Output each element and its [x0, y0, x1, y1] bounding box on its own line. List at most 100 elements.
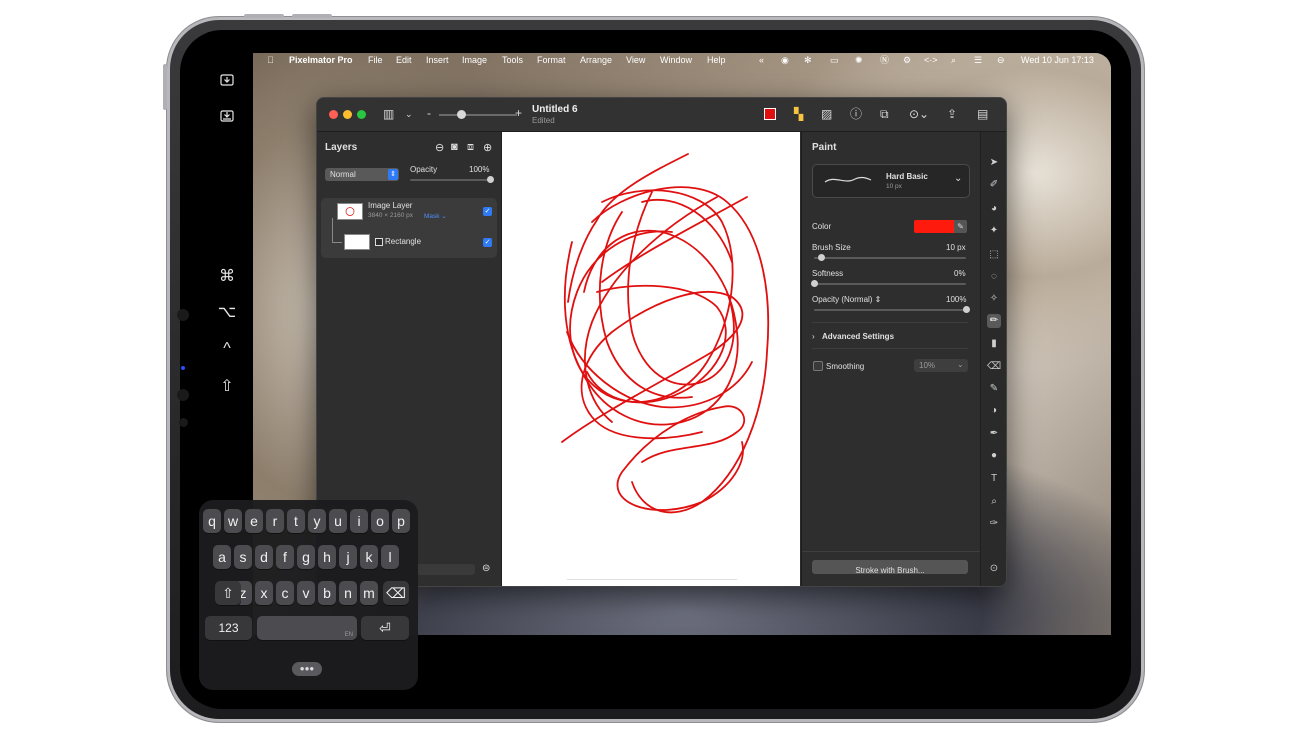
key-s[interactable]: s	[234, 545, 252, 569]
menu-tools[interactable]: Tools	[502, 54, 523, 66]
close-button[interactable]	[329, 110, 338, 119]
advanced-settings-toggle[interactable]: Advanced Settings	[822, 332, 894, 341]
delete-key[interactable]: ⌫	[383, 581, 409, 605]
key-q[interactable]: q	[203, 509, 221, 533]
zoom-slider-knob[interactable]	[457, 110, 466, 119]
key-u[interactable]: u	[329, 509, 347, 533]
display-icon[interactable]: ▭	[830, 54, 839, 66]
smoothing-checkbox[interactable]	[813, 361, 823, 371]
brush-size-slider[interactable]	[814, 257, 966, 259]
key-v[interactable]: v	[297, 581, 315, 605]
key-r[interactable]: r	[266, 509, 284, 533]
marquee-icon[interactable]: ⬚	[987, 248, 1001, 262]
stroke-with-brush-button[interactable]: Stroke with Brush...	[812, 560, 968, 575]
key-h[interactable]: h	[318, 545, 336, 569]
blend-mode-select[interactable]: Normal ⇕	[325, 168, 399, 181]
adjust-icon[interactable]: ▨	[821, 107, 832, 121]
keyboard-handle[interactable]: ●●●	[292, 662, 322, 676]
app-menu[interactable]: Pixelmator Pro	[289, 54, 353, 66]
style-icon[interactable]: ✐	[987, 178, 1001, 192]
color-adjust-icon[interactable]: ◕	[987, 202, 1001, 216]
collapse-icon[interactable]: «	[759, 54, 764, 66]
shift-key[interactable]: ⇧	[215, 581, 241, 605]
creative-cloud-icon[interactable]: ◉	[781, 54, 789, 66]
menu-file[interactable]: File	[368, 54, 383, 66]
key-t[interactable]: t	[287, 509, 305, 533]
shape-circle-icon[interactable]: ●	[987, 449, 1001, 463]
clock[interactable]: Wed 10 Jun 17:13	[1021, 54, 1094, 66]
paint-opacity-label[interactable]: Opacity (Normal) ⇕	[812, 295, 881, 304]
layer-visibility-checkbox[interactable]: ✓	[483, 207, 492, 216]
key-e[interactable]: e	[245, 509, 263, 533]
brush-picker[interactable]: Hard Basic 10 px ⌄	[812, 164, 970, 198]
key-p[interactable]: p	[392, 509, 410, 533]
return-key[interactable]: ⏎	[361, 616, 409, 640]
layer-row[interactable]: Rectangle ✓	[321, 228, 497, 256]
arrange-icon[interactable]: ⧉	[880, 107, 889, 121]
eyedropper-icon[interactable]: ✑	[987, 517, 1001, 531]
numbers-key[interactable]: 123	[205, 616, 252, 640]
shift-key-icon[interactable]: ⇧	[214, 377, 240, 397]
presets-icon[interactable]: ▚	[794, 107, 803, 121]
key-w[interactable]: w	[224, 509, 242, 533]
apple-icon[interactable]: 	[267, 54, 274, 66]
color-well[interactable]	[914, 220, 954, 233]
canvas-scrollbar[interactable]	[567, 579, 737, 586]
key-c[interactable]: c	[276, 581, 294, 605]
filter-icon[interactable]: ⊜	[482, 563, 490, 574]
key-i[interactable]: i	[350, 509, 368, 533]
space-key[interactable]: EN	[257, 616, 357, 640]
menu-format[interactable]: Format	[537, 54, 566, 66]
canvas[interactable]	[502, 132, 800, 586]
eyedropper-icon[interactable]: ✎	[954, 220, 967, 233]
inspector-toggle-icon[interactable]: ▤	[977, 107, 988, 121]
layer-visibility-checkbox[interactable]: ✓	[483, 238, 492, 247]
pen-icon[interactable]: ✒	[987, 427, 1001, 441]
chevron-down-icon[interactable]: ⌄	[405, 107, 413, 121]
group-icon[interactable]: ◙	[451, 141, 458, 153]
control-key-icon[interactable]: ^	[214, 339, 240, 359]
layer-opacity-slider[interactable]	[410, 179, 490, 181]
key-k[interactable]: k	[360, 545, 378, 569]
key-n[interactable]: n	[339, 581, 357, 605]
menu-view[interactable]: View	[626, 54, 645, 66]
distort-icon[interactable]: ◑	[987, 404, 1001, 418]
key-g[interactable]: g	[297, 545, 315, 569]
key-b[interactable]: b	[318, 581, 336, 605]
paint-opacity-slider[interactable]	[814, 309, 966, 311]
minimize-button[interactable]	[343, 110, 352, 119]
mask-icon[interactable]: ⊖	[435, 141, 444, 154]
layer-opacity-knob[interactable]	[486, 176, 494, 183]
paint-opacity-knob[interactable]	[962, 306, 970, 313]
more-icon[interactable]: ⊙⌄	[909, 107, 929, 121]
add-layer-icon[interactable]: ⊕	[483, 141, 492, 154]
code-icon[interactable]: <·>	[924, 54, 938, 66]
info-icon[interactable]: ⓘ	[850, 107, 862, 121]
settings-gear-icon[interactable]: ⚙	[903, 54, 911, 66]
focus-icon[interactable]: ⊖	[997, 54, 1005, 66]
menu-help[interactable]: Help	[707, 54, 726, 66]
zoom-in-button[interactable]: +	[515, 106, 522, 120]
text-icon[interactable]: T	[987, 472, 1001, 486]
arrow-select-icon[interactable]: ➤	[987, 156, 1001, 170]
key-d[interactable]: d	[255, 545, 273, 569]
key-l[interactable]: l	[381, 545, 399, 569]
effects-icon[interactable]: ✦	[987, 224, 1001, 238]
layers-stack-icon[interactable]: ⧈	[467, 141, 474, 154]
key-m[interactable]: m	[360, 581, 378, 605]
more-tools-icon[interactable]: ⊙	[987, 562, 1001, 576]
layer-search-field[interactable]	[417, 564, 475, 575]
zoom-out-button[interactable]: -	[427, 106, 431, 120]
menu-insert[interactable]: Insert	[426, 54, 449, 66]
chevron-right-icon[interactable]: ›	[812, 332, 815, 341]
zoom-icon[interactable]: ⌕	[987, 495, 1001, 509]
share-icon[interactable]: ⇪	[947, 107, 957, 121]
menu-image[interactable]: Image	[462, 54, 487, 66]
key-j[interactable]: j	[339, 545, 357, 569]
key-x[interactable]: x	[255, 581, 273, 605]
menu-edit[interactable]: Edit	[396, 54, 412, 66]
layer-row[interactable]: Image Layer 3840 × 2160 px Mask ⌄ ✓	[321, 198, 497, 226]
zoom-button[interactable]	[357, 110, 366, 119]
menu-arrange[interactable]: Arrange	[580, 54, 612, 66]
paint-brush-icon[interactable]: ✏	[987, 314, 1001, 328]
